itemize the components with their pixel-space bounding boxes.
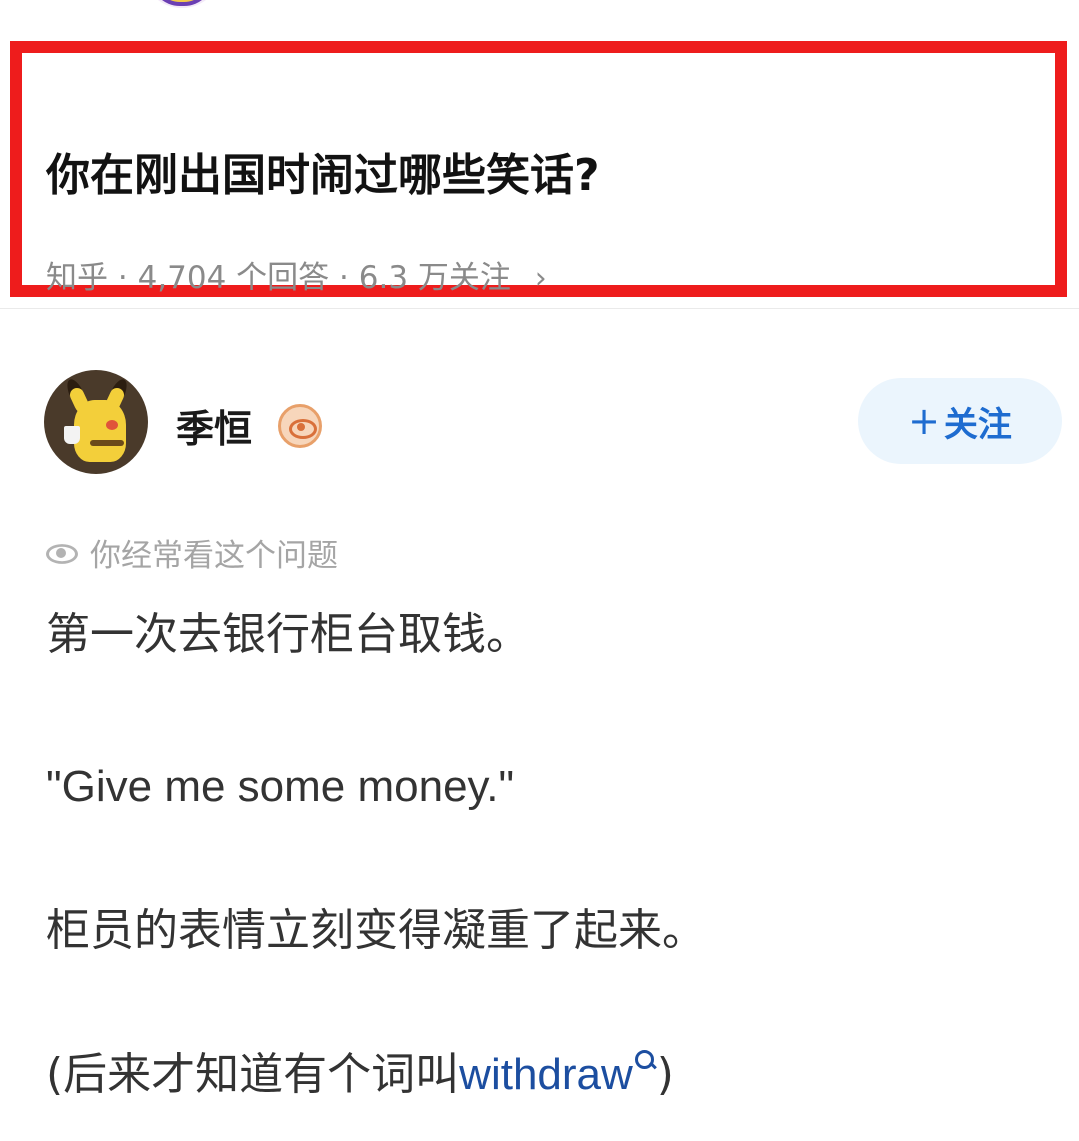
author-avatar[interactable] — [44, 370, 148, 474]
chevron-right-icon: › — [534, 261, 547, 296]
answer-card: 季恒 + 关注 你经常看这个问题 第一次去银行柜台取钱。 "Give me so… — [0, 310, 1079, 1141]
search-icon[interactable] — [633, 1048, 657, 1076]
avatar-stripe — [90, 440, 124, 446]
answer-paragraph-4: (后来才知道有个词叫withdraw) — [46, 1048, 674, 1101]
withdraw-link[interactable]: withdraw — [459, 1050, 633, 1099]
question-source: 知乎 — [46, 260, 108, 296]
follow-button[interactable]: + 关注 — [858, 378, 1062, 464]
answer-paragraph-3: 柜员的表情立刻变得凝重了起来。 — [46, 905, 706, 956]
question-meta[interactable]: 知乎 · 4,704 个回答 · 6.3 万关注 › — [46, 252, 547, 297]
answer-paragraph-2: "Give me some money." — [46, 762, 515, 811]
plus-icon: + — [908, 399, 940, 443]
avatar-body — [74, 400, 126, 462]
question-card[interactable]: 你在刚出国时闹过哪些笑话? 知乎 · 4,704 个回答 · 6.3 万关注 › — [0, 40, 1079, 309]
eye-badge-icon — [278, 404, 322, 448]
top-avatar-partial — [142, 0, 222, 8]
author-name[interactable]: 季恒 — [176, 398, 252, 453]
meta-separator: · — [339, 260, 359, 296]
follow-label: 关注 — [943, 404, 1012, 445]
visit-note-text: 你经常看这个问题 — [90, 538, 338, 574]
meta-separator: · — [117, 260, 138, 296]
paragraph-4-prefix: (后来才知道有个词叫 — [46, 1049, 460, 1100]
eye-icon — [46, 543, 76, 563]
question-title[interactable]: 你在刚出国时闹过哪些笑话? — [46, 151, 600, 200]
answer-paragraph-1: 第一次去银行柜台取钱。 — [46, 609, 530, 660]
avatar-cheek — [106, 420, 118, 430]
avatar-cup — [64, 426, 80, 444]
visit-note: 你经常看这个问题 — [46, 530, 338, 575]
question-answers-count: 4,704 个回答 — [137, 260, 330, 296]
paragraph-4-suffix: ) — [656, 1049, 674, 1100]
question-followers: 6.3 万关注 — [358, 260, 511, 296]
